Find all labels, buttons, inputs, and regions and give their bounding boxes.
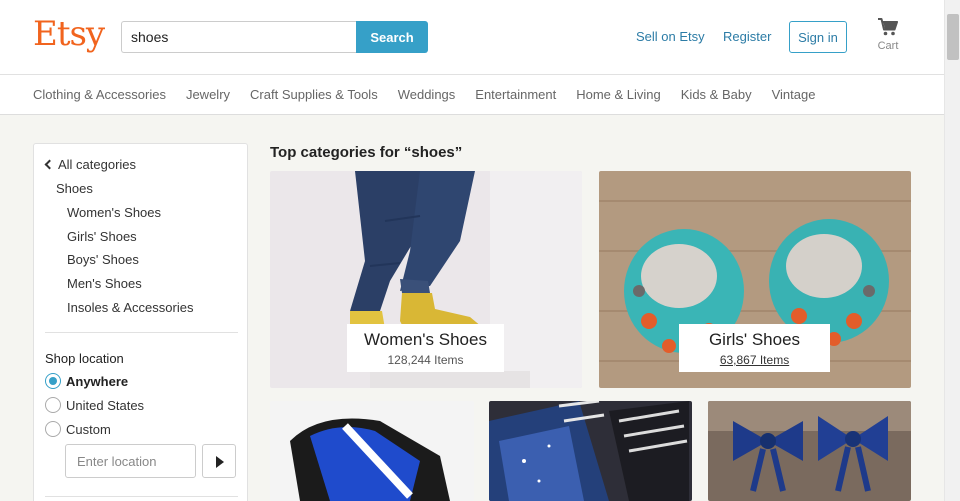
search-button[interactable]: Search <box>356 21 428 53</box>
category-tile-womens-shoes[interactable]: Women's Shoes 128,244 Items <box>270 171 582 388</box>
nav-item-craft-supplies[interactable]: Craft Supplies & Tools <box>250 87 378 102</box>
subcategory-mens-shoes[interactable]: Men's Shoes <box>67 276 193 300</box>
location-option-anywhere[interactable]: Anywhere <box>45 373 128 389</box>
chevron-left-icon <box>44 159 55 170</box>
category-name: Girls' Shoes <box>708 330 801 349</box>
sidebar-divider <box>45 332 238 333</box>
cart-icon <box>878 18 898 36</box>
current-category[interactable]: Shoes <box>56 181 93 196</box>
all-categories-label: All categories <box>58 157 137 172</box>
subcategory-list: Women's Shoes Girls' Shoes Boys' Shoes M… <box>67 205 193 323</box>
category-tile-3[interactable] <box>270 401 474 501</box>
nav-item-clothing-accessories[interactable]: Clothing & Accessories <box>33 87 166 102</box>
subcategory-insoles-accessories[interactable]: Insoles & Accessories <box>67 300 193 324</box>
nav-item-jewelry[interactable]: Jewelry <box>186 87 230 102</box>
cart-button[interactable]: Cart <box>872 18 904 52</box>
category-nav: Clothing & Accessories Jewelry Craft Sup… <box>0 75 944 115</box>
scrollbar-thumb[interactable] <box>947 14 959 60</box>
etsy-logo[interactable]: Etsy <box>33 14 105 54</box>
nav-item-home-living[interactable]: Home & Living <box>576 87 661 102</box>
category-count: 128,244 Items <box>387 353 464 367</box>
search-input[interactable] <box>121 21 357 53</box>
location-option-united-states[interactable]: United States <box>45 397 144 413</box>
header: Etsy Search Sell on Etsy Register Sign i… <box>0 0 944 75</box>
category-tile-5[interactable] <box>708 401 911 501</box>
sign-in-button[interactable]: Sign in <box>789 21 847 53</box>
location-input[interactable] <box>65 444 196 478</box>
nav-item-kids-baby[interactable]: Kids & Baby <box>681 87 752 102</box>
category-tile-label: Women's Shoes 128,244 Items <box>347 324 504 372</box>
sidebar-divider <box>45 496 238 497</box>
category-tile-label: Girls' Shoes 63,867 Items <box>679 324 830 372</box>
shop-location-title: Shop location <box>45 351 124 366</box>
filter-sidebar: All categories Shoes Women's Shoes Girls… <box>33 143 248 501</box>
location-option-label: Anywhere <box>66 373 129 389</box>
page-scrollbar[interactable] <box>944 0 960 501</box>
cart-label: Cart <box>877 40 899 52</box>
nav-item-weddings[interactable]: Weddings <box>398 87 456 102</box>
location-option-label: Custom <box>66 421 111 437</box>
register-link[interactable]: Register <box>723 29 771 44</box>
blue-bows-image <box>708 401 911 501</box>
category-name: Women's Shoes <box>364 330 487 349</box>
top-categories-title: Top categories for “shoes” <box>270 144 463 161</box>
location-option-label: United States <box>66 397 145 413</box>
radio-button-checked[interactable] <box>45 373 61 389</box>
nav-item-vintage[interactable]: Vintage <box>772 87 816 102</box>
galaxy-sneakers-image <box>489 401 692 501</box>
location-option-custom[interactable]: Custom <box>45 421 111 437</box>
subcategory-girls-shoes[interactable]: Girls' Shoes <box>67 229 193 253</box>
category-count[interactable]: 63,867 Items <box>679 353 830 367</box>
radio-button[interactable] <box>45 421 61 437</box>
subcategory-boys-shoes[interactable]: Boys' Shoes <box>67 252 193 276</box>
sell-on-etsy-link[interactable]: Sell on Etsy <box>636 29 705 44</box>
location-submit-button[interactable] <box>202 444 236 478</box>
crochet-sneakers-image <box>270 401 474 501</box>
all-categories-link[interactable]: All categories <box>44 157 137 172</box>
subcategory-womens-shoes[interactable]: Women's Shoes <box>67 205 193 229</box>
nav-item-entertainment[interactable]: Entertainment <box>475 87 556 102</box>
category-tile-4[interactable] <box>489 401 692 501</box>
radio-button[interactable] <box>45 397 61 413</box>
category-tile-girls-shoes[interactable]: Girls' Shoes 63,867 Items <box>599 171 911 388</box>
